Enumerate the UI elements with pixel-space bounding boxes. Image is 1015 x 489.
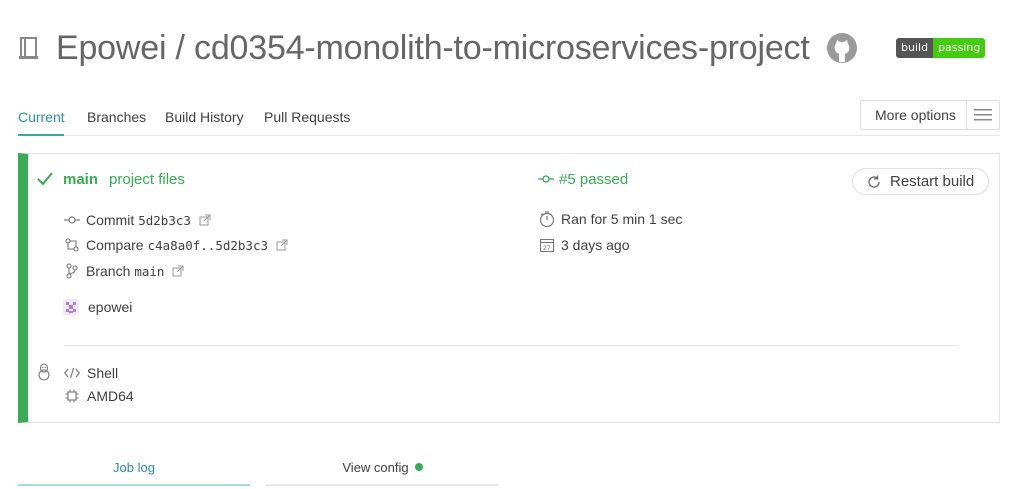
- active-tab-underline: [18, 134, 64, 136]
- card-divider: [64, 345, 958, 346]
- build-number-status[interactable]: #5 passed: [559, 171, 628, 188]
- repo-title[interactable]: Epowei / cd0354-monolith-to-microservice…: [56, 29, 810, 68]
- cpu-icon: [64, 387, 80, 405]
- build-duration: Ran for 5 min 1 sec: [561, 211, 683, 227]
- tab-branches[interactable]: Branches: [87, 109, 146, 125]
- build-card: main project files #5 passed Restart bui…: [18, 153, 1000, 423]
- branch-name[interactable]: main: [134, 264, 164, 279]
- checkmark-icon: [36, 170, 54, 188]
- commit-node-icon: [538, 170, 554, 188]
- job-log-label: Job log: [113, 460, 155, 475]
- tab-pull-requests[interactable]: Pull Requests: [264, 109, 350, 125]
- hamburger-icon[interactable]: [966, 101, 999, 129]
- compare-label: Compare: [86, 237, 144, 253]
- architecture: AMD64: [87, 388, 134, 404]
- tab-current[interactable]: Current: [18, 109, 65, 125]
- tab-view-config[interactable]: View config: [266, 460, 499, 486]
- language: Shell: [87, 365, 119, 381]
- external-link-icon[interactable]: [276, 239, 288, 251]
- branch-row: Branch main: [64, 262, 184, 280]
- duration-row: Ran for 5 min 1 sec: [538, 210, 682, 228]
- restart-icon: [866, 174, 882, 190]
- more-options-label: More options: [875, 107, 956, 123]
- code-icon: [64, 364, 80, 382]
- avatar: [63, 299, 79, 315]
- view-config-label: View config: [342, 460, 409, 475]
- language-row: Shell: [64, 364, 118, 382]
- stopwatch-icon: [538, 210, 556, 228]
- arch-row: AMD64: [64, 387, 134, 405]
- linux-icon: [36, 363, 52, 381]
- build-finished-time: 3 days ago: [561, 237, 630, 253]
- build-branch[interactable]: main: [63, 171, 98, 188]
- restart-build-label: Restart build: [890, 173, 975, 190]
- author-row: epowei: [63, 299, 132, 315]
- build-status-badge[interactable]: build passing: [896, 38, 986, 58]
- svg-text:27: 27: [543, 245, 551, 252]
- config-status-dot: [414, 463, 423, 471]
- github-icon[interactable]: [826, 32, 858, 64]
- commit-message: project files: [109, 170, 185, 188]
- badge-status: passing: [933, 38, 986, 58]
- repo-header: Epowei / cd0354-monolith-to-microservice…: [18, 28, 858, 68]
- more-options-button[interactable]: More options: [860, 100, 1000, 130]
- external-link-icon[interactable]: [199, 214, 211, 226]
- commit-label: Commit: [86, 212, 135, 228]
- repo-book-icon: [18, 36, 40, 60]
- tab-job-log[interactable]: Job log: [18, 460, 250, 486]
- build-summary-row: main project files: [36, 170, 185, 188]
- commit-row: Commit 5d2b3c3: [64, 211, 211, 229]
- finished-row: 27 3 days ago: [538, 236, 630, 254]
- compare-range[interactable]: c4a8a0f..5d2b3c3: [148, 238, 268, 253]
- badge-label: build: [896, 38, 934, 58]
- branch-label: Branch: [86, 263, 131, 279]
- commit-icon: [64, 211, 80, 229]
- repo-tabs: Current Branches Build History Pull Requ…: [18, 100, 1000, 136]
- compare-row: Compare c4a8a0f..5d2b3c3: [64, 236, 288, 254]
- author-name[interactable]: epowei: [88, 299, 132, 315]
- tab-build-history[interactable]: Build History: [165, 109, 244, 125]
- calendar-icon: 27: [538, 236, 556, 254]
- external-link-icon[interactable]: [172, 265, 184, 277]
- commit-hash[interactable]: 5d2b3c3: [138, 213, 191, 228]
- compare-icon: [64, 236, 80, 254]
- restart-build-button[interactable]: Restart build: [852, 168, 989, 195]
- branch-icon: [64, 262, 80, 280]
- build-number-row: #5 passed: [538, 170, 628, 188]
